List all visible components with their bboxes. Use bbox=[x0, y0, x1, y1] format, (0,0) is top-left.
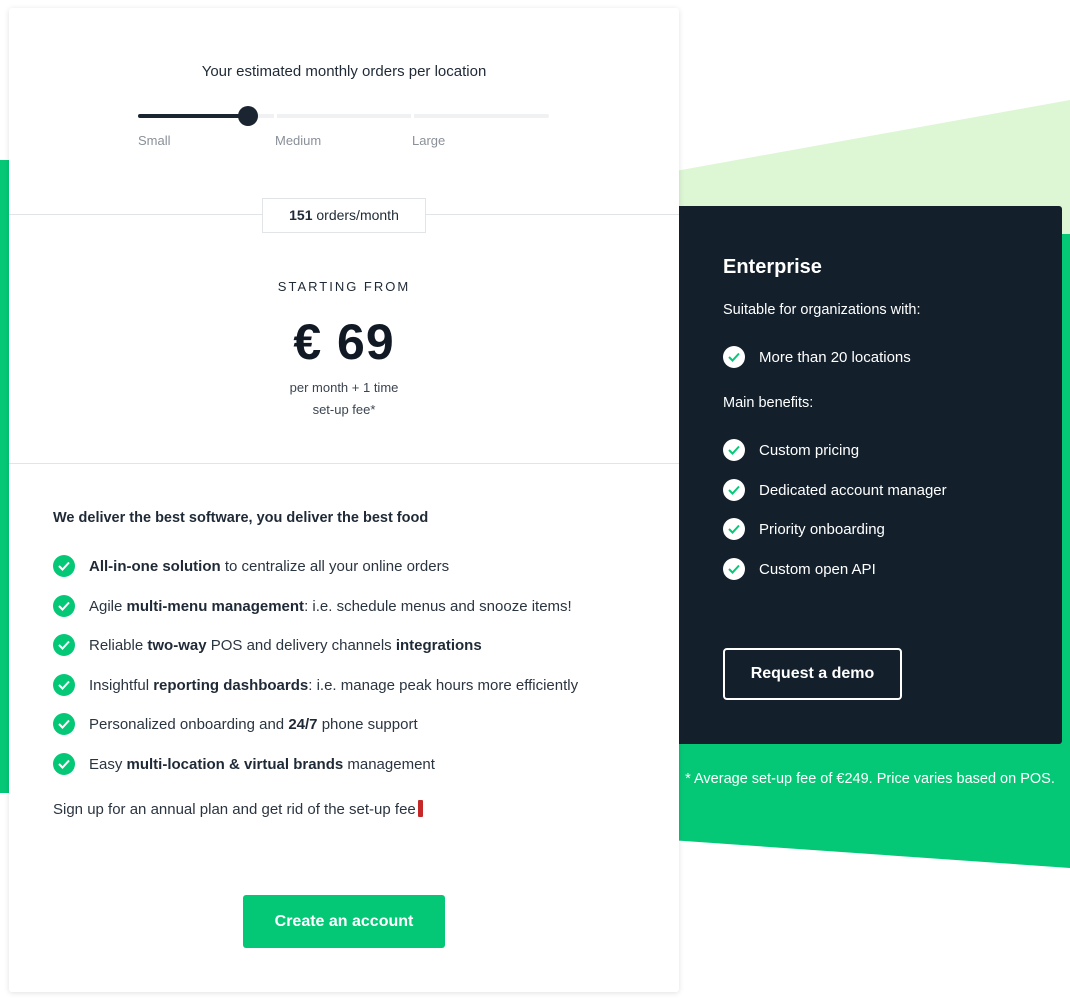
enterprise-suitable-item: More than 20 locations bbox=[723, 345, 911, 369]
feature-text-part: Personalized onboarding and bbox=[89, 715, 289, 733]
feature-text-part: to centralize all your online orders bbox=[220, 557, 450, 575]
feature-item: Reliable two-way POS and delivery channe… bbox=[53, 633, 482, 657]
enterprise-item-text: Custom pricing bbox=[759, 441, 860, 459]
check-circle-icon bbox=[723, 439, 745, 461]
feature-text: Reliable two-way POS and delivery channe… bbox=[89, 637, 482, 654]
feature-text-part: phone support bbox=[317, 715, 418, 733]
feature-item: Agile multi-menu management: i.e. schedu… bbox=[53, 594, 572, 618]
feature-text-part: management bbox=[343, 755, 435, 773]
request-demo-button[interactable]: Request a demo bbox=[723, 648, 902, 700]
slider-label-small: Small bbox=[138, 133, 171, 148]
orders-unit: orders/month bbox=[316, 207, 399, 223]
enterprise-item-text: Priority onboarding bbox=[759, 520, 885, 538]
feature-text-bold: multi-location & virtual brands bbox=[126, 755, 344, 773]
slider-tick bbox=[411, 114, 414, 118]
check-circle-icon bbox=[53, 713, 75, 735]
starting-from-label: STARTING FROM bbox=[277, 279, 411, 294]
check-circle-icon bbox=[723, 518, 745, 540]
feature-item: Personalized onboarding and 24/7 phone s… bbox=[53, 712, 418, 736]
check-circle-icon bbox=[53, 674, 75, 696]
annual-plan-text: Sign up for an annual plan and get rid o… bbox=[53, 801, 416, 818]
enterprise-benefit-item: Priority onboarding bbox=[723, 517, 885, 541]
feature-text-part: Agile bbox=[89, 597, 127, 615]
check-circle-icon bbox=[53, 555, 75, 577]
divider bbox=[9, 463, 679, 464]
feature-text-part: : i.e. manage peak hours more efficientl… bbox=[308, 676, 579, 694]
features-title: We deliver the best software, you delive… bbox=[53, 510, 429, 526]
check-circle-icon bbox=[53, 595, 75, 617]
check-circle-icon bbox=[723, 558, 745, 580]
check-circle-icon bbox=[723, 479, 745, 501]
feature-text: Insightful reporting dashboards: i.e. ma… bbox=[89, 677, 578, 694]
price-note: per month + 1 time set-up fee* bbox=[9, 377, 679, 421]
feature-text: Agile multi-menu management: i.e. schedu… bbox=[89, 598, 572, 615]
setup-fee-footnote: * Average set-up fee of €249. Price vari… bbox=[685, 771, 1055, 787]
create-account-button[interactable]: Create an account bbox=[243, 895, 445, 948]
feature-item: Easy multi-location & virtual brands man… bbox=[53, 752, 435, 776]
slider-thumb[interactable] bbox=[237, 106, 258, 126]
feature-text: All-in-one solution to centralize all yo… bbox=[89, 558, 449, 575]
feature-item: Insightful reporting dashboards: i.e. ma… bbox=[53, 673, 578, 697]
suitable-label: Suitable for organizations with: bbox=[723, 302, 921, 318]
feature-text-bold: 24/7 bbox=[288, 715, 318, 733]
feature-text-part: Reliable bbox=[89, 636, 148, 654]
slider-label-medium: Medium bbox=[275, 133, 322, 148]
slider-fill bbox=[138, 114, 248, 118]
enterprise-card: Enterprise Suitable for organizations wi… bbox=[679, 206, 1062, 744]
orders-slider[interactable] bbox=[138, 106, 549, 126]
enterprise-item-text: Dedicated account manager bbox=[759, 481, 947, 499]
enterprise-benefit-item: Dedicated account manager bbox=[723, 478, 947, 502]
feature-text: Personalized onboarding and 24/7 phone s… bbox=[89, 716, 418, 733]
feature-text-bold: reporting dashboards bbox=[153, 676, 309, 694]
orders-count-badge: 151 orders/month bbox=[262, 198, 426, 233]
feature-text-part: Easy bbox=[89, 755, 127, 773]
check-circle-icon bbox=[53, 753, 75, 775]
price-value: € 69 bbox=[293, 314, 395, 370]
check-circle-icon bbox=[723, 346, 745, 368]
pricing-card: Your estimated monthly orders per locati… bbox=[9, 8, 679, 992]
price-note-line2: set-up fee* bbox=[312, 402, 376, 417]
feature-text: Easy multi-location & virtual brands man… bbox=[89, 756, 435, 773]
feature-text-bold: All-in-one solution bbox=[89, 557, 221, 575]
check-circle-icon bbox=[53, 634, 75, 656]
enterprise-benefit-item: Custom pricing bbox=[723, 438, 859, 462]
exclamation-icon bbox=[417, 800, 423, 817]
feature-text-bold: multi-menu management bbox=[126, 597, 305, 615]
feature-text-part: : i.e. schedule menus and snooze items! bbox=[304, 597, 572, 615]
enterprise-benefit-item: Custom open API bbox=[723, 557, 876, 581]
slider-label-large: Large bbox=[412, 133, 446, 148]
orders-count: 151 bbox=[289, 207, 313, 223]
enterprise-item-text: Custom open API bbox=[759, 560, 876, 578]
price-note-line1: per month + 1 time bbox=[289, 380, 399, 395]
feature-text-part: POS and delivery channels bbox=[206, 636, 396, 654]
feature-text-part: Insightful bbox=[89, 676, 154, 694]
slider-tick bbox=[274, 114, 277, 118]
enterprise-item-text: More than 20 locations bbox=[759, 348, 911, 366]
feature-text-bold: integrations bbox=[395, 636, 482, 654]
annual-plan-note: Sign up for an annual plan and get rid o… bbox=[53, 800, 423, 818]
feature-text-bold: two-way bbox=[147, 636, 207, 654]
benefits-label: Main benefits: bbox=[723, 395, 814, 411]
enterprise-title: Enterprise bbox=[723, 256, 822, 278]
feature-item: All-in-one solution to centralize all yo… bbox=[53, 554, 449, 578]
slider-title: Your estimated monthly orders per locati… bbox=[201, 63, 487, 80]
